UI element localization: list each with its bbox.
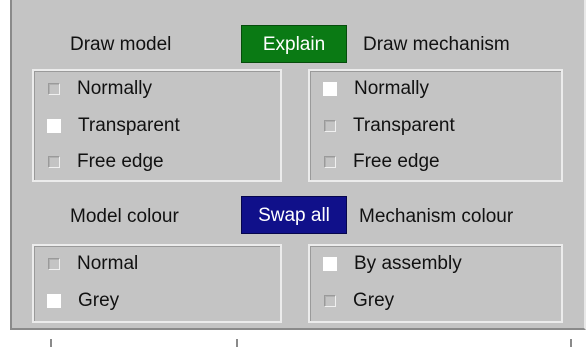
draw-mechanism-option-free-edge[interactable]: Free edge (316, 149, 440, 175)
option-label: Grey (78, 290, 120, 311)
explain-button[interactable]: Explain (241, 25, 347, 63)
radio-indicator (47, 294, 61, 308)
draw-model-option-free-edge[interactable]: Free edge (40, 149, 164, 175)
divider-tick (570, 339, 572, 347)
option-label: Transparent (353, 115, 455, 136)
draw-model-group: Normally Transparent Free edge (32, 69, 282, 182)
draw-options-panel: Draw model Explain Draw mechanism Normal… (10, 0, 586, 330)
draw-mechanism-option-normally[interactable]: Normally (316, 76, 429, 102)
option-label: Grey (353, 290, 395, 311)
radio-indicator (323, 82, 337, 96)
mechanism-colour-option-grey[interactable]: Grey (316, 288, 394, 314)
model-colour-option-normal[interactable]: Normal (40, 251, 138, 277)
option-label: Normally (77, 78, 152, 99)
draw-mechanism-heading: Draw mechanism (363, 34, 510, 55)
swap-all-button[interactable]: Swap all (241, 196, 347, 234)
option-label: Normal (77, 253, 139, 274)
radio-indicator (48, 83, 60, 95)
radio-indicator (324, 156, 336, 168)
option-label: Free edge (77, 151, 164, 172)
draw-model-option-normally[interactable]: Normally (40, 76, 152, 102)
mechanism-colour-option-by-assembly[interactable]: By assembly (316, 251, 462, 277)
draw-model-heading: Draw model (70, 34, 172, 55)
mechanism-colour-group: By assembly Grey (308, 244, 563, 323)
option-label: Free edge (353, 151, 440, 172)
model-colour-heading: Model colour (70, 206, 179, 227)
model-colour-group: Normal Grey (32, 244, 282, 323)
panel-bottom-edge (10, 330, 586, 347)
model-colour-option-grey[interactable]: Grey (40, 288, 119, 314)
radio-indicator (47, 119, 61, 133)
option-label: Normally (354, 78, 429, 99)
option-label: Transparent (78, 115, 180, 136)
radio-indicator (323, 257, 337, 271)
draw-mechanism-option-transparent[interactable]: Transparent (316, 113, 455, 139)
draw-mechanism-group: Normally Transparent Free edge (308, 69, 563, 182)
option-label: By assembly (354, 253, 462, 274)
mechanism-colour-heading: Mechanism colour (359, 206, 514, 227)
divider-tick (236, 339, 238, 347)
draw-model-option-transparent[interactable]: Transparent (40, 113, 180, 139)
radio-indicator (324, 295, 336, 307)
divider-tick (50, 339, 52, 347)
radio-indicator (324, 120, 336, 132)
radio-indicator (48, 258, 60, 270)
radio-indicator (48, 156, 60, 168)
